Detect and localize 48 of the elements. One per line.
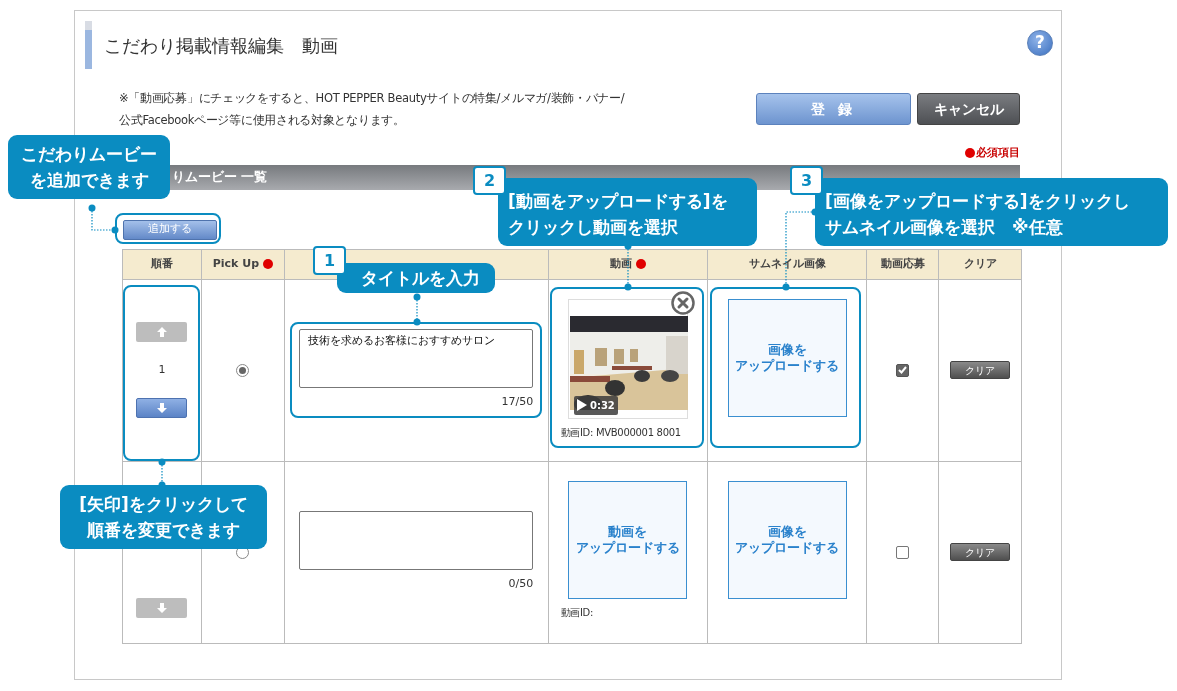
- callout: タイトルを入力: [337, 263, 495, 293]
- character-counter: 17/50: [500, 394, 534, 411]
- clear-button[interactable]: クリア: [950, 543, 1011, 561]
- upload-image-button[interactable]: 画像を アップロードする: [727, 298, 847, 417]
- step-number: 2: [473, 166, 506, 195]
- help-button[interactable]: ?: [1027, 30, 1053, 56]
- column-header: 動画応募: [880, 255, 925, 272]
- title-accent-bar: [85, 21, 92, 69]
- step-number: 3: [790, 166, 823, 195]
- play-icon: [576, 399, 587, 411]
- upload-video-button[interactable]: 動画を アップロードする: [568, 480, 688, 599]
- upload-image-button[interactable]: 画像を アップロードする: [727, 480, 847, 599]
- check-icon: [898, 366, 908, 374]
- add-button[interactable]: 追加する: [123, 219, 217, 240]
- column-header: 順番: [150, 255, 173, 272]
- video-id: 動画ID: MVB000001 8001: [560, 425, 681, 440]
- register-button[interactable]: 登 録: [756, 93, 911, 125]
- move-down-button[interactable]: [136, 398, 188, 419]
- column-header: Pick Up: [212, 255, 259, 272]
- down-arrow-icon: [156, 603, 167, 613]
- down-arrow-icon: [156, 403, 167, 414]
- title-input[interactable]: [299, 511, 534, 571]
- close-icon[interactable]: [670, 290, 695, 315]
- order-number: 1: [158, 361, 166, 378]
- column-header: サムネイル画像: [748, 255, 826, 272]
- cancel-button[interactable]: キャンセル: [917, 93, 1020, 125]
- video-duration: 0:32: [589, 398, 615, 413]
- column-header: 動画: [609, 255, 632, 272]
- required-dot: [965, 148, 975, 159]
- character-counter: 0/50: [507, 576, 534, 593]
- up-arrow-icon: [156, 326, 167, 337]
- checkbox[interactable]: [896, 545, 910, 559]
- leader-line: [413, 293, 421, 326]
- callout: [矢印]をクリックして 順番を変更できます: [60, 485, 267, 549]
- video-id: 動画ID:: [560, 605, 594, 620]
- step-number: 1: [313, 246, 346, 275]
- clear-button[interactable]: クリア: [950, 361, 1011, 379]
- section-title: りムービー 一覧: [172, 167, 268, 186]
- callout: こだわりムービー を追加できます: [8, 135, 170, 199]
- radio-button[interactable]: [236, 363, 250, 377]
- checkbox[interactable]: [896, 363, 910, 377]
- page-title: こだわり掲載情報編集 動画: [104, 33, 338, 58]
- column-header: クリア: [963, 255, 997, 272]
- notice-text: ※「動画応募」にチェックをすると、HOT PEPPER Beautyサイトの特集/メルマガ/装飾・バナー/ 公式Facebookページ等に使用される対象となります。: [119, 90, 625, 129]
- required-legend: 必須項目: [976, 145, 1020, 162]
- leader-line: [88, 204, 119, 234]
- title-input[interactable]: 技術を求めるお客様におすすめサロン: [299, 329, 534, 389]
- callout: [動画をアップロードする]を クリックし動画を選択: [498, 178, 757, 246]
